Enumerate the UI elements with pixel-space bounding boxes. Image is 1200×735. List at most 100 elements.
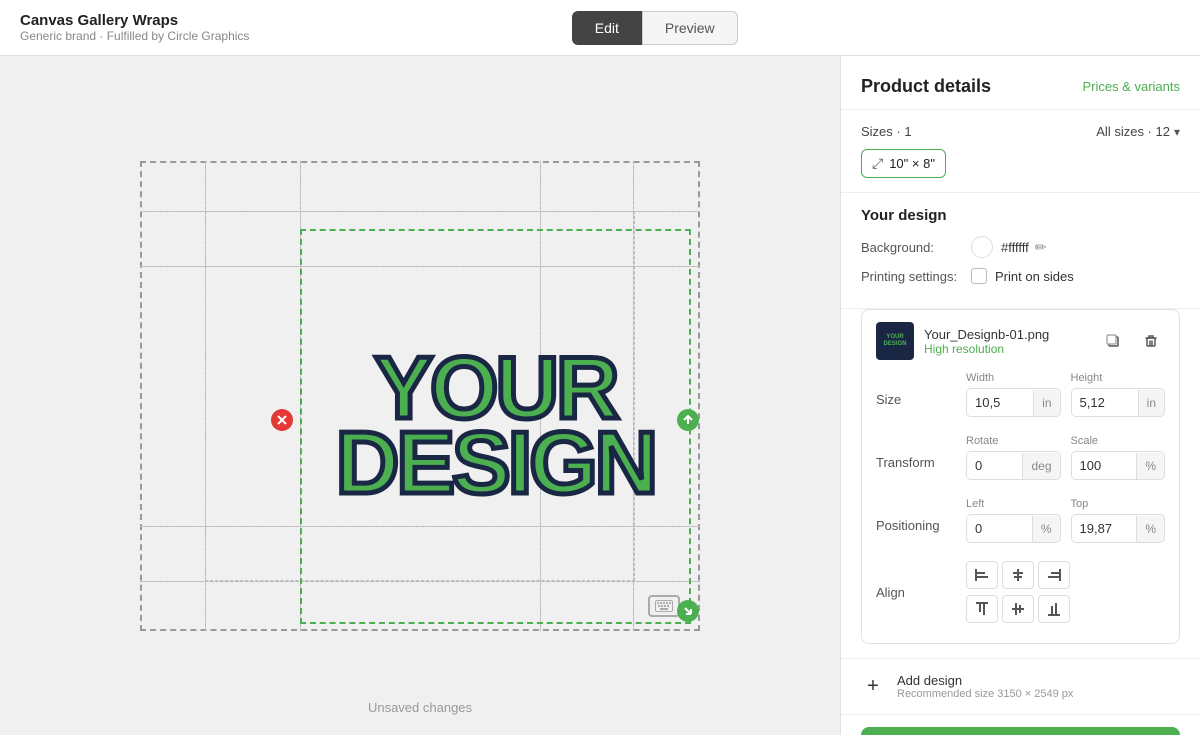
handle-resize-br[interactable] xyxy=(677,600,699,622)
design-area[interactable]: YOUR DESIGN xyxy=(300,229,691,624)
rotate-field-group: Rotate deg xyxy=(966,435,1061,480)
size-prop-row: Size Width in Height in xyxy=(876,372,1165,427)
horizontal-align-group xyxy=(966,561,1070,589)
handle-delete[interactable] xyxy=(271,409,293,431)
align-left-btn[interactable] xyxy=(966,561,998,589)
positioning-label: Positioning xyxy=(876,518,966,533)
top-label: Top xyxy=(1071,498,1166,510)
size-fields: Width in Height in xyxy=(966,372,1165,417)
width-field-group: Width in xyxy=(966,372,1061,417)
design-thumbnail: YOURDESIGN xyxy=(876,322,914,360)
left-unit: % xyxy=(1032,516,1060,542)
align-label: Align xyxy=(876,585,966,600)
resize-icon: ⤢ xyxy=(872,155,883,172)
canvas-area: YOUR DESIGN xyxy=(0,56,840,735)
vertical-align-group xyxy=(966,595,1070,623)
add-design-label: Add design xyxy=(897,673,1073,688)
height-unit: in xyxy=(1138,390,1164,416)
sizes-all[interactable]: All sizes · 12 ▾ xyxy=(1096,124,1180,139)
design-line2: DESIGN xyxy=(336,426,655,501)
transform-label: Transform xyxy=(876,455,966,470)
width-label: Width xyxy=(966,372,1061,384)
unsaved-changes: Unsaved changes xyxy=(0,700,840,715)
edit-color-icon[interactable]: ✏ xyxy=(1035,239,1047,256)
preview-tab[interactable]: Preview xyxy=(642,11,738,45)
transform-fields: Rotate deg Scale % xyxy=(966,435,1165,480)
prices-variants-link[interactable]: Prices & variants xyxy=(1082,79,1180,94)
color-preview[interactable] xyxy=(971,236,993,258)
height-field-group: Height in xyxy=(1071,372,1166,417)
save-section: Save product xyxy=(841,714,1200,735)
top-field-group: Top % xyxy=(1071,498,1166,543)
top-input[interactable] xyxy=(1072,515,1137,542)
height-label: Height xyxy=(1071,372,1166,384)
size-chip[interactable]: ⤢ 10" × 8" xyxy=(861,149,946,178)
align-groups xyxy=(966,561,1070,623)
color-value: #ffffff xyxy=(1001,240,1029,255)
rotate-input-row: deg xyxy=(966,451,1061,480)
header-title: Canvas Gallery Wraps xyxy=(20,12,249,29)
background-row: Background: #ffffff ✏ xyxy=(861,236,1180,258)
scale-field-group: Scale % xyxy=(1071,435,1166,480)
print-on-sides-checkbox[interactable] xyxy=(971,268,987,284)
positioning-fields: Left % Top % xyxy=(966,498,1165,543)
thumbnail-text: YOURDESIGN xyxy=(883,334,906,347)
design-quality: High resolution xyxy=(924,342,1099,356)
sizes-row: Sizes · 1 All sizes · 12 ▾ xyxy=(861,124,1180,139)
sizes-label: Sizes · 1 xyxy=(861,124,912,139)
design-filename: Your_Designb-01.png xyxy=(924,327,1099,342)
rotate-label: Rotate xyxy=(966,435,1061,447)
height-input[interactable] xyxy=(1072,389,1138,416)
add-design-sub: Recommended size 3150 × 2549 px xyxy=(897,688,1073,700)
copy-icon[interactable] xyxy=(1099,327,1127,355)
keyboard-icon[interactable] xyxy=(648,595,680,617)
left-field-group: Left % xyxy=(966,498,1061,543)
handle-resize-tr[interactable] xyxy=(677,409,699,431)
right-panel: Product details Prices & variants Sizes … xyxy=(840,56,1200,735)
add-design-section[interactable]: + Add design Recommended size 3150 × 254… xyxy=(841,658,1200,714)
printing-row: Printing settings: Print on sides xyxy=(861,268,1180,284)
top-input-row: % xyxy=(1071,514,1166,543)
edit-preview-tabs: Edit Preview xyxy=(572,11,738,45)
header-left: Canvas Gallery Wraps Generic brand · Ful… xyxy=(20,12,249,43)
delete-icon[interactable] xyxy=(1137,327,1165,355)
height-input-row: in xyxy=(1071,388,1166,417)
scale-unit: % xyxy=(1136,453,1164,479)
left-label: Left xyxy=(966,498,1061,510)
design-file-info: Your_Designb-01.png High resolution xyxy=(924,327,1099,356)
chevron-down-icon: ▾ xyxy=(1174,125,1180,139)
top-unit: % xyxy=(1136,516,1164,542)
header: Canvas Gallery Wraps Generic brand · Ful… xyxy=(0,0,1200,56)
width-unit: in xyxy=(1033,390,1059,416)
left-input[interactable] xyxy=(967,515,1032,542)
design-image: YOUR DESIGN xyxy=(302,231,689,622)
align-bottom-btn[interactable] xyxy=(1038,595,1070,623)
align-top-btn[interactable] xyxy=(966,595,998,623)
canvas-container: YOUR DESIGN xyxy=(140,161,700,631)
scale-input[interactable] xyxy=(1072,452,1137,479)
sizes-section: Sizes · 1 All sizes · 12 ▾ ⤢ 10" × 8" xyxy=(841,110,1200,193)
background-label: Background: xyxy=(861,240,971,255)
transform-prop-row: Transform Rotate deg Scale % xyxy=(876,435,1165,490)
width-input[interactable] xyxy=(967,389,1033,416)
left-input-row: % xyxy=(966,514,1061,543)
align-prop-row: Align xyxy=(876,561,1165,623)
panel-header: Product details Prices & variants xyxy=(841,56,1200,110)
rotate-input[interactable] xyxy=(967,452,1022,479)
scale-label: Scale xyxy=(1071,435,1166,447)
positioning-prop-row: Positioning Left % Top % xyxy=(876,498,1165,553)
design-card-header: YOURDESIGN Your_Designb-01.png High reso… xyxy=(876,322,1165,360)
align-right-btn[interactable] xyxy=(1038,561,1070,589)
rotate-unit: deg xyxy=(1022,453,1059,479)
edit-tab[interactable]: Edit xyxy=(572,11,642,45)
main-layout: YOUR DESIGN xyxy=(0,56,1200,735)
printing-label: Printing settings: xyxy=(861,269,971,284)
save-product-button[interactable]: Save product xyxy=(861,727,1180,735)
print-on-sides-label[interactable]: Print on sides xyxy=(971,268,1074,284)
your-design-title: Your design xyxy=(861,207,1180,224)
header-subtitle: Generic brand · Fulfilled by Circle Grap… xyxy=(20,29,249,43)
align-middle-btn[interactable] xyxy=(1002,595,1034,623)
align-center-h-btn[interactable] xyxy=(1002,561,1034,589)
width-input-row: in xyxy=(966,388,1061,417)
design-text: YOUR DESIGN xyxy=(336,351,655,501)
